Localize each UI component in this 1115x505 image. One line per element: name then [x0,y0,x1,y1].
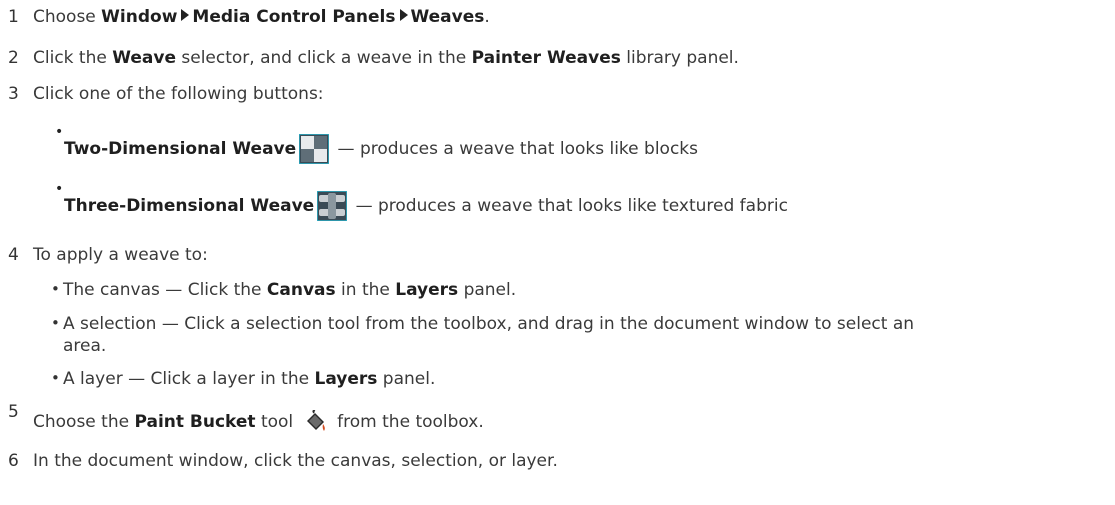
step-text: In the document window, click the canvas… [33,451,558,471]
step-text: Choose Window Media Control Panels Weaves. [33,7,490,27]
menu-window: Window [101,7,178,27]
painter-weaves-label: Painter Weaves [471,48,621,68]
step-text: Click the Weave selector, and click a we… [33,48,739,68]
layers-label: Layers [395,280,459,300]
step-text: Click one of the following buttons: [33,84,324,104]
step-text: Choose the Paint Bucket tool from the too… [33,410,484,434]
three-dimensional-weave-icon[interactable] [317,191,348,221]
two-dimensional-weave-label: Two-Dimensional Weave [64,139,297,159]
layers-label: Layers [314,369,378,389]
menu-weaves: Weaves [410,7,485,27]
step-number: 2 [8,48,19,68]
step-text: To apply a weave to: [33,245,208,265]
bullet: • [51,280,60,298]
two-dimensional-weave-icon[interactable] [299,134,330,164]
menu-arrow-icon [399,9,408,21]
bullet: • [55,181,64,197]
three-dimensional-weave-label: Three-Dimensional Weave [64,196,315,216]
step-number: 5 [8,402,19,422]
menu-media-control-panels: Media Control Panels [192,7,396,27]
bullet: • [51,314,60,332]
paint-bucket-label: Paint Bucket [134,412,256,432]
menu-arrow-icon [181,9,190,21]
step-number: 3 [8,84,19,104]
paint-bucket-icon[interactable] [303,410,329,434]
step-number: 1 [8,7,19,27]
step-number: 6 [8,451,19,471]
canvas-label: Canvas [266,280,336,300]
bullet: • [51,369,60,387]
step-number: 4 [8,245,19,265]
weave-selector-label: Weave [112,48,176,68]
bullet: • [55,124,64,140]
